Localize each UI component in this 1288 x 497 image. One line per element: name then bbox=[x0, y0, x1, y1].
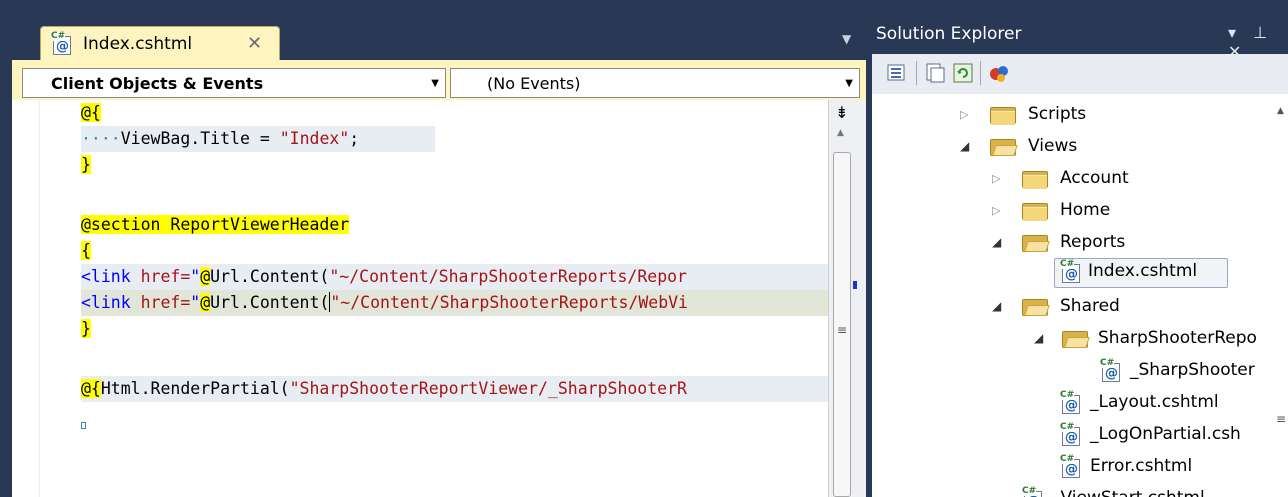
scrollbar-thumb[interactable]: ≡ bbox=[833, 152, 851, 497]
properties-icon[interactable] bbox=[886, 62, 908, 84]
toolbar-separator bbox=[916, 61, 917, 85]
expand-arrow-icon[interactable]: ▷ bbox=[992, 172, 1000, 185]
client-objects-combo[interactable]: Client Objects & Events ▼ bbox=[22, 68, 446, 98]
code-line: <link href="@Url.Content("~/Content/Shar… bbox=[81, 264, 828, 290]
code-text-area[interactable]: @{ ····ViewBag.Title = "Index"; } @secti… bbox=[12, 100, 828, 497]
solution-tree: ▷ Scripts ◢ Views ▷ Account ▷ Home ◢ Rep… bbox=[872, 94, 1288, 497]
close-icon[interactable]: ✕ bbox=[247, 33, 262, 54]
cshtml-file-icon: @C# bbox=[1060, 454, 1080, 478]
code-line-current: <link href="@Url.Content("~/Content/Shar… bbox=[81, 290, 828, 316]
grip-icon: ≡ bbox=[837, 323, 848, 337]
tab-label: Index.cshtml bbox=[83, 34, 193, 54]
solution-explorer-toolbar bbox=[872, 54, 1288, 94]
cshtml-file-icon: @C# bbox=[1060, 259, 1080, 283]
code-line: ····ViewBag.Title = "Index"; bbox=[81, 126, 435, 152]
code-line: { bbox=[81, 241, 91, 260]
solution-explorer-title-bar: Solution Explorer ▾ ⊥ ✕ bbox=[866, 14, 1288, 61]
expand-arrow-icon[interactable]: ▷ bbox=[960, 108, 968, 121]
collapse-arrow-icon[interactable]: ◢ bbox=[960, 139, 969, 153]
cshtml-file-icon: @C# bbox=[1060, 422, 1080, 446]
expand-arrow-icon[interactable]: ▷ bbox=[992, 204, 1000, 217]
toolbar-separator bbox=[980, 61, 981, 85]
folder-open-icon bbox=[990, 137, 1018, 157]
collapse-arrow-icon[interactable]: ◢ bbox=[992, 235, 1001, 249]
refresh-icon[interactable] bbox=[952, 62, 974, 84]
folder-open-icon bbox=[1022, 297, 1050, 317]
tree-vertical-scrollbar[interactable]: ▲ ≡ bbox=[1276, 94, 1288, 497]
folder-icon bbox=[1022, 169, 1048, 189]
scroll-up-icon[interactable]: ▲ bbox=[1277, 106, 1284, 116]
split-window-icon[interactable]: ⇟ bbox=[833, 102, 851, 124]
collapse-arrow-icon[interactable]: ◢ bbox=[992, 299, 1001, 313]
events-combo[interactable]: (No Events) ▼ bbox=[450, 68, 860, 98]
folder-open-icon bbox=[1022, 233, 1050, 253]
code-editor-pane: @ C# Index.cshtml ✕ ▼ Client Objects & Ev… bbox=[0, 0, 866, 497]
cshtml-file-icon: @C# bbox=[51, 31, 71, 55]
show-all-files-icon[interactable] bbox=[924, 62, 946, 84]
change-marker bbox=[853, 281, 857, 289]
tab-index-cshtml[interactable]: @ C# Index.cshtml ✕ bbox=[40, 26, 280, 60]
chevron-down-icon: ▼ bbox=[431, 78, 439, 89]
cshtml-file-icon: @C# bbox=[1060, 390, 1080, 414]
code-line: @section ReportViewerHeader bbox=[81, 215, 350, 234]
chevron-down-icon: ▼ bbox=[845, 78, 853, 89]
folder-icon bbox=[990, 105, 1016, 125]
grip-icon: ≡ bbox=[1276, 412, 1287, 426]
panel-title: Solution Explorer bbox=[876, 24, 1022, 44]
code-line: @{Html.RenderPartial("SharpShooterReport… bbox=[81, 376, 828, 402]
editor-frame: Client Objects & Events ▼ (No Events) ▼ … bbox=[12, 60, 866, 497]
cshtml-file-icon: @C# bbox=[1022, 487, 1044, 497]
code-line: } bbox=[81, 319, 91, 338]
navigation-bar: Client Objects & Events ▼ (No Events) ▼ bbox=[12, 64, 866, 100]
tab-overflow-dropdown-icon[interactable]: ▼ bbox=[842, 32, 851, 46]
cshtml-file-icon: @C# bbox=[1100, 358, 1120, 382]
editor-vertical-scrollbar[interactable]: ⇟ ▲ ≡ bbox=[828, 100, 866, 497]
solution-explorer-pane: Solution Explorer ▾ ⊥ ✕ ▷ Scripts ◢ View… bbox=[866, 0, 1288, 497]
indicator-margin bbox=[12, 100, 40, 497]
code-line: @{ bbox=[81, 103, 101, 122]
collapse-arrow-icon[interactable]: ◢ bbox=[1034, 331, 1043, 345]
code-line: } bbox=[81, 155, 91, 174]
folder-icon bbox=[1022, 201, 1048, 221]
code-lines: @{ ····ViewBag.Title = "Index"; } @secti… bbox=[81, 100, 828, 497]
document-tab-strip: @ C# Index.cshtml ✕ ▼ bbox=[0, 14, 866, 60]
folder-open-icon bbox=[1062, 329, 1090, 349]
class-diagram-icon[interactable] bbox=[988, 62, 1010, 84]
scroll-up-icon[interactable]: ▲ bbox=[837, 128, 844, 138]
